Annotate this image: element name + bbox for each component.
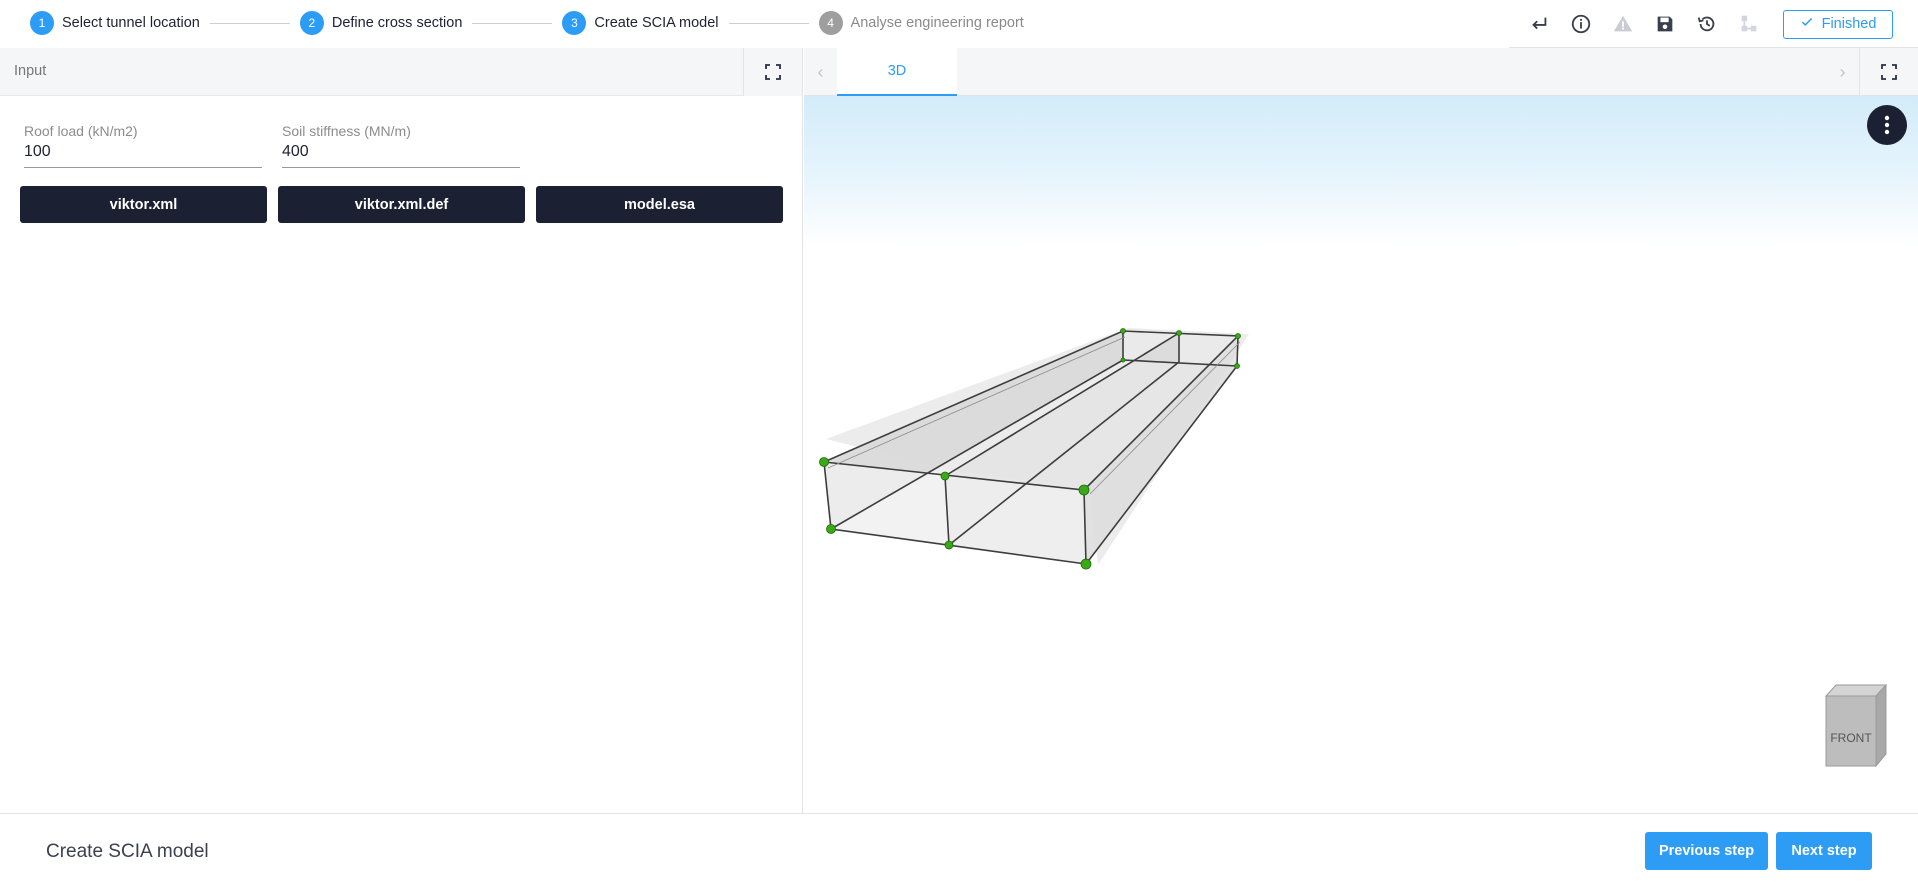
toolbar: Finished [1525,9,1918,39]
viewer-tabs: ‹ 3D › [804,48,1918,96]
chevron-left-icon[interactable]: ‹ [804,48,837,96]
download-esa-button[interactable]: model.esa [536,186,783,223]
roof-load-field[interactable]: Roof load (kN/m2) 100 [24,123,262,168]
view-cube[interactable]: FRONT [1824,683,1888,768]
top-bar: 1 Select tunnel location 2 Define cross … [0,0,1918,48]
soil-stiffness-input[interactable]: 400 [282,143,520,168]
history-icon[interactable] [1693,10,1721,38]
step-number: 3 [562,11,587,35]
step-number: 1 [30,11,54,35]
step-number: 4 [818,11,843,35]
finished-button[interactable]: Finished [1783,9,1893,39]
next-step-button[interactable]: Next step [1776,832,1872,870]
previous-step-button[interactable]: Previous step [1645,832,1768,870]
check-icon [1800,15,1814,33]
soil-stiffness-field[interactable]: Soil stiffness (MN/m) 400 [282,123,520,168]
tab-3d[interactable]: 3D [837,48,957,96]
soil-stiffness-label: Soil stiffness (MN/m) [282,123,411,139]
step-1[interactable]: 1 Select tunnel location [30,11,200,35]
stepper: 1 Select tunnel location 2 Define cross … [30,11,1024,35]
tunnel-model: FRONT [819,328,1888,768]
step-label: Select tunnel location [62,15,200,31]
footer: Create SCIA model Previous step Next ste… [0,813,1918,882]
step-label: Define cross section [331,15,463,31]
step-connector [728,22,809,24]
save-icon[interactable] [1651,10,1679,38]
more-vert-icon[interactable] [1867,105,1907,145]
step-connector [209,22,290,24]
step-3[interactable]: 3 Create SCIA model [562,11,719,35]
download-xml-button[interactable]: viktor.xml [20,186,267,223]
info-icon[interactable] [1567,10,1595,38]
roof-load-input[interactable]: 100 [24,143,262,168]
enter-icon[interactable] [1525,10,1553,38]
expand-icon[interactable] [743,48,802,96]
chevron-right-icon[interactable]: › [1826,48,1859,96]
expand-icon[interactable] [1859,48,1918,96]
step-number: 2 [299,11,324,35]
view-cube-label: FRONT [1830,731,1872,745]
input-panel-header: Input [0,48,802,96]
warning-icon[interactable] [1609,10,1637,38]
finished-label: Finished [1821,16,1877,32]
3d-viewport[interactable]: FRONT [804,96,1918,813]
current-step-title: Create SCIA model [46,841,209,862]
step-connector [472,22,553,24]
input-panel-title: Input [14,63,47,79]
input-panel: Input Roof load (kN/m2) 100 Soil stiffne… [0,48,803,813]
step-label: Create SCIA model [594,15,719,31]
roof-load-label: Roof load (kN/m2) [24,123,138,139]
download-xml-def-button[interactable]: viktor.xml.def [278,186,525,223]
hierarchy-icon[interactable] [1735,10,1763,38]
step-2[interactable]: 2 Define cross section [299,11,463,35]
step-label: Analyse engineering report [850,15,1024,31]
viewer-panel: ‹ 3D › FRONT [804,48,1918,813]
step-4[interactable]: 4 Analyse engineering report [818,11,1024,35]
